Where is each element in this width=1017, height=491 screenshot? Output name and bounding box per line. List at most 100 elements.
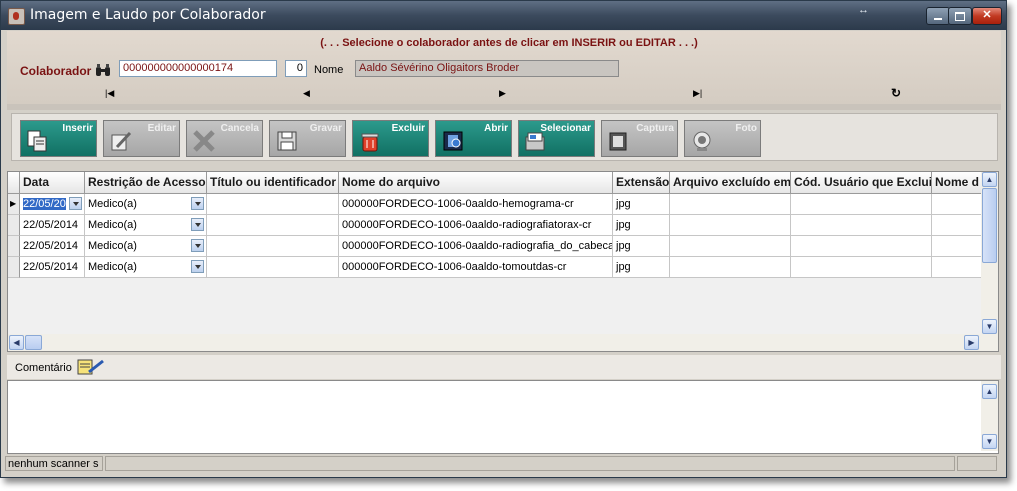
- comment-scrollbar[interactable]: ▲ ▼: [981, 381, 998, 451]
- edit-note-icon[interactable]: [77, 358, 107, 375]
- scroll-thumb[interactable]: [25, 335, 42, 350]
- app-icon[interactable]: [8, 8, 25, 25]
- colaborador-number-field[interactable]: 0: [285, 60, 307, 77]
- title-cell[interactable]: [207, 257, 339, 278]
- extension-cell[interactable]: jpg: [613, 257, 670, 278]
- grid-vertical-scrollbar[interactable]: ▲ ▼: [981, 172, 998, 334]
- deleted-by-cell[interactable]: [791, 236, 932, 257]
- date-cell[interactable]: 22/05/2014: [20, 236, 85, 257]
- restriction-dropdown-button[interactable]: [191, 239, 204, 252]
- title-cell[interactable]: [207, 236, 339, 257]
- gravar-button[interactable]: Gravar: [269, 120, 346, 157]
- excluir-label: Excluir: [391, 123, 425, 134]
- name-cell[interactable]: [932, 215, 983, 236]
- column-header[interactable]: Arquivo excluído em: [670, 172, 791, 193]
- inserir-label: Inserir: [62, 123, 93, 134]
- name-cell[interactable]: [932, 194, 983, 215]
- title-cell[interactable]: [207, 194, 339, 215]
- nav-prev-button[interactable]: ◀: [303, 88, 310, 99]
- excluir-button[interactable]: Excluir: [352, 120, 429, 157]
- close-button[interactable]: ✕: [972, 7, 1002, 25]
- captura-button[interactable]: Captura: [601, 120, 678, 157]
- date-value[interactable]: 22/05/20: [23, 198, 66, 210]
- name-cell[interactable]: [932, 257, 983, 278]
- scroll-right-button[interactable]: ▶: [964, 335, 979, 350]
- minimize-button[interactable]: [926, 7, 950, 25]
- extension-cell[interactable]: jpg: [613, 236, 670, 257]
- restriction-value: Medico(a): [88, 198, 137, 210]
- deleted-at-cell[interactable]: [670, 257, 791, 278]
- date-cell[interactable]: 22/05/2014: [20, 215, 85, 236]
- restriction-dropdown-button[interactable]: [191, 197, 204, 210]
- table-row[interactable]: 22/05/2014 Medico(a) 000000FORDECO-1006-…: [8, 257, 983, 278]
- title-bar[interactable]: Imagem e Laudo por Colaborador ↔ ✕: [1, 1, 1006, 30]
- foto-button[interactable]: Foto: [684, 120, 761, 157]
- restriction-cell[interactable]: Medico(a): [85, 257, 207, 278]
- scroll-up-button[interactable]: ▲: [982, 384, 997, 399]
- selecionar-button[interactable]: Selecionar: [518, 120, 595, 157]
- date-dropdown-button[interactable]: [69, 197, 82, 210]
- floppy-disk-icon: [277, 131, 297, 151]
- extension-cell[interactable]: jpg: [613, 194, 670, 215]
- column-header[interactable]: Restrição de Acesso: [85, 172, 207, 193]
- scroll-thumb[interactable]: [982, 188, 997, 263]
- refresh-icon[interactable]: ↻: [891, 86, 901, 100]
- deleted-by-cell[interactable]: [791, 257, 932, 278]
- cancela-button[interactable]: Cancela: [186, 120, 263, 157]
- restriction-cell[interactable]: Medico(a): [85, 194, 207, 215]
- scroll-down-button[interactable]: ▼: [982, 319, 997, 334]
- deleted-by-cell[interactable]: [791, 194, 932, 215]
- nav-next-button[interactable]: ▶: [499, 88, 506, 99]
- toolbar: Inserir Editar Cancela Gravar Excluir Ab…: [11, 113, 998, 161]
- column-header[interactable]: Nome do arquivo: [339, 172, 613, 193]
- deleted-at-cell[interactable]: [670, 215, 791, 236]
- filename-cell[interactable]: 000000FORDECO-1006-0aaldo-radiografia_do…: [339, 236, 613, 257]
- filename-cell[interactable]: 000000FORDECO-1006-0aaldo-hemograma-cr: [339, 194, 613, 215]
- scroll-up-button[interactable]: ▲: [982, 172, 997, 187]
- extension-cell[interactable]: jpg: [613, 215, 670, 236]
- scroll-left-button[interactable]: ◀: [9, 335, 24, 350]
- table-row[interactable]: 22/05/2014 Medico(a) 000000FORDECO-1006-…: [8, 236, 983, 257]
- grid-horizontal-scrollbar[interactable]: ◀ ▶: [8, 334, 998, 351]
- nav-last-button[interactable]: ▶|: [693, 88, 702, 99]
- editar-label: Editar: [147, 123, 176, 134]
- restriction-cell[interactable]: Medico(a): [85, 215, 207, 236]
- nav-first-button[interactable]: |◀: [105, 88, 114, 99]
- deleted-by-cell[interactable]: [791, 215, 932, 236]
- colaborador-code-field[interactable]: 000000000000000174: [119, 60, 277, 77]
- editar-button[interactable]: Editar: [103, 120, 180, 157]
- status-text: nenhum scanner s: [5, 456, 103, 471]
- status-panel: [957, 456, 997, 471]
- maximize-button[interactable]: [948, 7, 972, 25]
- restriction-cell[interactable]: Medico(a): [85, 236, 207, 257]
- date-cell[interactable]: 22/05/2014: [20, 257, 85, 278]
- restriction-dropdown-button[interactable]: [191, 260, 204, 273]
- column-header[interactable]: Data: [20, 172, 85, 193]
- table-row[interactable]: 22/05/2014 Medico(a) 000000FORDECO-1006-…: [8, 215, 983, 236]
- current-row-indicator: ▶: [8, 194, 20, 215]
- restriction-dropdown-button[interactable]: [191, 218, 204, 231]
- table-row[interactable]: ▶ 22/05/20 Medico(a) 000000FORDECO-1006-…: [8, 194, 983, 215]
- window-title: Imagem e Laudo por Colaborador: [30, 7, 266, 23]
- binoculars-search-icon[interactable]: [95, 64, 111, 81]
- title-cell[interactable]: [207, 215, 339, 236]
- row-indicator: [8, 236, 20, 257]
- restriction-value: Medico(a): [88, 261, 137, 273]
- filename-cell[interactable]: 000000FORDECO-1006-0aaldo-radiografiator…: [339, 215, 613, 236]
- deleted-at-cell[interactable]: [670, 194, 791, 215]
- column-header[interactable]: Nome d: [932, 172, 983, 193]
- column-header[interactable]: Extensão: [613, 172, 670, 193]
- column-header[interactable]: Cód. Usuário que Exclui: [791, 172, 932, 193]
- comment-textarea[interactable]: ▲ ▼: [7, 380, 999, 454]
- abrir-button[interactable]: Abrir: [435, 120, 512, 157]
- capture-film-icon: [609, 132, 627, 151]
- name-cell[interactable]: [932, 236, 983, 257]
- scroll-down-button[interactable]: ▼: [982, 434, 997, 449]
- deleted-at-cell[interactable]: [670, 236, 791, 257]
- inserir-button[interactable]: Inserir: [20, 120, 97, 157]
- column-header[interactable]: Título ou identificador: [207, 172, 339, 193]
- date-cell[interactable]: 22/05/20: [20, 194, 85, 215]
- files-grid[interactable]: Data Restrição de Acesso Título ou ident…: [7, 171, 999, 352]
- header-indicator: [8, 172, 20, 193]
- filename-cell[interactable]: 000000FORDECO-1006-0aaldo-tomoutdas-cr: [339, 257, 613, 278]
